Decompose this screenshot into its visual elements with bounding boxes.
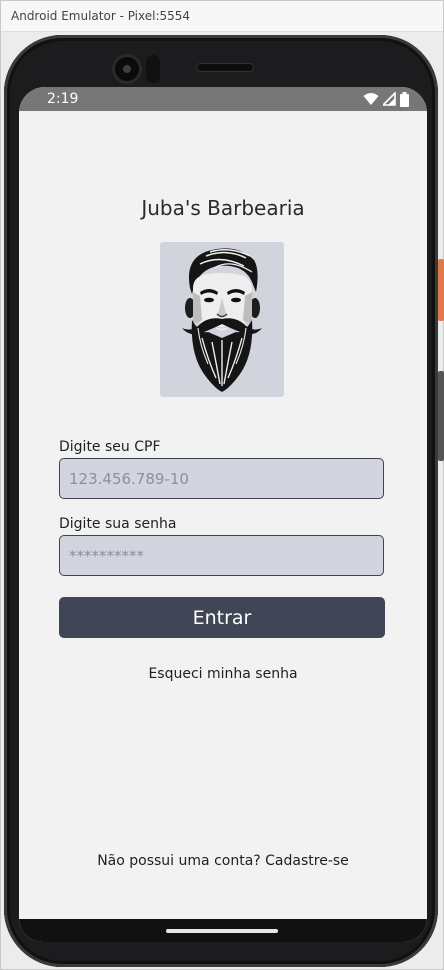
power-button[interactable]	[438, 371, 444, 461]
password-input[interactable]	[59, 535, 384, 576]
app-title: Juba's Barbearia	[141, 196, 305, 220]
cell-signal-icon	[383, 92, 396, 106]
status-time: 2:19	[47, 91, 79, 107]
emulator-title: Android Emulator - Pixel:5554	[11, 9, 191, 23]
emulator-window: Android Emulator - Pixel:5554 2:19 Juba'…	[0, 0, 444, 970]
cpf-input[interactable]	[59, 458, 384, 499]
bearded-man-icon	[182, 248, 262, 392]
status-bar: 2:19	[19, 87, 427, 111]
volume-button-accent[interactable]	[438, 259, 444, 321]
front-camera-icon	[115, 57, 139, 81]
battery-icon	[400, 91, 409, 107]
password-label: Digite sua senha	[59, 516, 177, 532]
proximity-sensor	[146, 55, 160, 83]
wifi-icon	[363, 93, 379, 105]
emulator-titlebar[interactable]: Android Emulator - Pixel:5554	[1, 1, 443, 32]
forgot-password-link[interactable]: Esqueci minha senha	[19, 666, 427, 682]
login-button[interactable]: Entrar	[59, 597, 385, 638]
earpiece-speaker	[197, 64, 253, 71]
phone-screen: 2:19 Juba's Barbearia Digite seu CPF 123…	[19, 87, 427, 942]
navigation-bar	[19, 919, 427, 942]
home-indicator[interactable]	[166, 929, 278, 933]
cpf-label: Digite seu CPF	[59, 439, 161, 455]
bearded-man-logo	[160, 242, 284, 397]
status-icons	[363, 91, 409, 107]
signup-link[interactable]: Não possui uma conta? Cadastre-se	[19, 853, 427, 869]
